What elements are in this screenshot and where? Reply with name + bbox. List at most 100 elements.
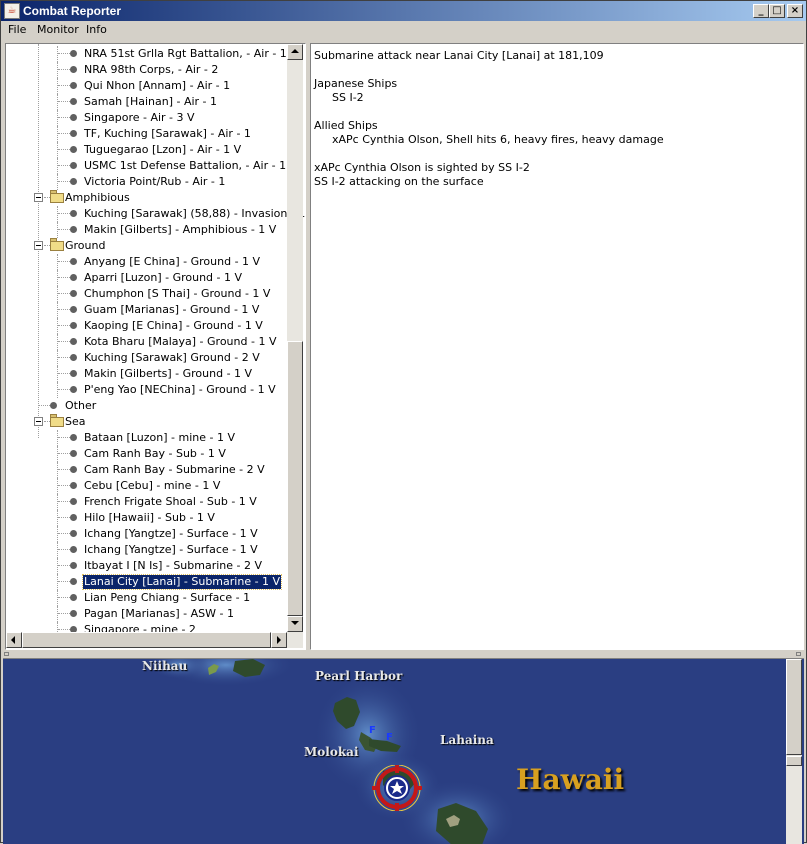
tree-category-label: Amphibious (65, 191, 130, 204)
tree-branch-line (57, 382, 58, 398)
collapse-toggle-icon[interactable] (34, 417, 43, 426)
scroll-down-button[interactable] (287, 616, 303, 632)
map-scroll-thumb[interactable] (786, 659, 802, 755)
splitter-grip-right[interactable] (796, 652, 801, 656)
tree-branch-line (57, 446, 58, 462)
tree-branch-line (57, 366, 58, 382)
tree-category-sea[interactable]: Sea (6, 414, 287, 430)
tree-connector (58, 549, 70, 550)
combat-report-text[interactable]: Submarine attack near Lanai City [Lanai]… (310, 43, 804, 650)
tree-item-sea[interactable]: Lian Peng Chiang - Surface - 1 (6, 590, 287, 606)
tree-connector (58, 613, 70, 614)
tree-item-sea[interactable]: Hilo [Hawaii] - Sub - 1 V (6, 510, 287, 526)
tree-item-label: Cam Ranh Bay - Submarine - 2 V (84, 463, 265, 476)
report-line: Allied Ships (314, 119, 378, 132)
tree-item-air[interactable]: Tuguegarao [Lzon] - Air - 1 V (6, 142, 287, 158)
map-scroll-button[interactable] (786, 756, 802, 766)
leaf-bullet-icon (70, 130, 77, 137)
unit-flag-1[interactable]: F (369, 725, 376, 736)
us-roundel-target-icon[interactable] (372, 765, 422, 811)
tree-branch-line (57, 126, 58, 142)
window-title: Combat Reporter (23, 4, 122, 18)
hawaii-map[interactable]: Niihau Pearl Harbor Molokai Lahaina Hawa… (3, 658, 804, 844)
tree-connector (58, 229, 70, 230)
tree-item-sea[interactable]: Ichang [Yangtze] - Surface - 1 V (6, 542, 287, 558)
tree-item-ground[interactable]: Chumphon [S Thai] - Ground - 1 V (6, 286, 287, 302)
tree-item-ground[interactable]: Makin [Gilberts] - Ground - 1 V (6, 366, 287, 382)
title-bar[interactable]: ☕ Combat Reporter _ □ × (1, 1, 806, 21)
tree-item-label: Chumphon [S Thai] - Ground - 1 V (84, 287, 271, 300)
tree-connector (58, 101, 70, 102)
tree-item-air[interactable]: Qui Nhon [Annam] - Air - 1 (6, 78, 287, 94)
report-line: xAPc Cynthia Olson, Shell hits 6, heavy … (332, 133, 664, 146)
close-button[interactable]: × (787, 4, 803, 18)
leaf-bullet-icon (70, 178, 77, 185)
tree-connector (58, 437, 70, 438)
scroll-left-button[interactable] (6, 632, 22, 648)
tree-branch-line (57, 350, 58, 366)
tree-item-air[interactable]: USMC 1st Defense Battalion, - Air - 1 V (6, 158, 297, 174)
maximize-button[interactable]: □ (769, 4, 785, 18)
tree-item-ground[interactable]: Kuching [Sarawak] Ground - 2 V (6, 350, 287, 366)
collapse-toggle-icon[interactable] (34, 241, 43, 250)
menu-info[interactable]: Info (86, 23, 107, 36)
tree-item-amphibious[interactable]: Kuching [Sarawak] (58,88) - Invasion - 1… (6, 206, 305, 222)
tree-item-air[interactable]: Singapore - Air - 3 V (6, 110, 287, 126)
unit-flag-2[interactable]: F (386, 732, 393, 743)
tree-item-sea[interactable]: Bataan [Luzon] - mine - 1 V (6, 430, 287, 446)
leaf-bullet-icon (70, 546, 77, 553)
horizontal-scroll-thumb[interactable] (22, 632, 271, 648)
tree-item-ground[interactable]: Kota Bharu [Malaya] - Ground - 1 V (6, 334, 287, 350)
tree-horizontal-scrollbar[interactable] (6, 632, 303, 648)
tree-category-other[interactable]: Other (6, 398, 287, 414)
tree-item-ground[interactable]: P'eng Yao [NEChina] - Ground - 1 V (6, 382, 287, 398)
tree-item-air[interactable]: NRA 51st Grlla Rgt Battalion, - Air - 1 … (6, 46, 298, 62)
tree-item-air[interactable]: Victoria Point/Rub - Air - 1 (6, 174, 287, 190)
tree-item-ground[interactable]: Anyang [E China] - Ground - 1 V (6, 254, 287, 270)
java-cup-icon: ☕ (4, 3, 20, 19)
collapse-toggle-icon[interactable] (34, 193, 43, 202)
menu-file[interactable]: File (8, 23, 26, 36)
tree-item-sea[interactable]: Ichang [Yangtze] - Surface - 1 V (6, 526, 287, 542)
tree-item-sea[interactable]: Cam Ranh Bay - Sub - 1 V (6, 446, 287, 462)
tree-vertical-scrollbar[interactable] (287, 44, 303, 632)
tree-branch-line (57, 318, 58, 334)
splitter-grip-left[interactable] (4, 652, 9, 656)
leaf-bullet-icon (70, 146, 77, 153)
report-tree[interactable]: NRA 51st Grlla Rgt Battalion, - Air - 1 … (5, 43, 306, 650)
minimize-button[interactable]: _ (753, 4, 769, 18)
tree-connector (58, 69, 70, 70)
tree-item-air[interactable]: Samah [Hainan] - Air - 1 (6, 94, 287, 110)
tree-item-sea[interactable]: Lanai City [Lanai] - Submarine - 1 V (6, 574, 287, 590)
tree-category-ground[interactable]: Ground (6, 238, 287, 254)
tree-item-label: Aparri [Luzon] - Ground - 1 V (84, 271, 243, 284)
scroll-up-button[interactable] (287, 44, 303, 60)
tree-branch-line (57, 462, 58, 478)
tree-item-air[interactable]: NRA 98th Corps, - Air - 2 (6, 62, 287, 78)
tree-branch-line (57, 110, 58, 126)
leaf-bullet-icon (70, 306, 77, 313)
tree-item-label: Kaoping [E China] - Ground - 1 V (84, 319, 263, 332)
tree-item-sea[interactable]: French Frigate Shoal - Sub - 1 V (6, 494, 287, 510)
leaf-bullet-icon (70, 258, 77, 265)
tree-item-sea[interactable]: Cam Ranh Bay - Submarine - 2 V (6, 462, 287, 478)
tree-item-sea[interactable]: Itbayat I [N Is] - Submarine - 2 V (6, 558, 287, 574)
scroll-right-button[interactable] (271, 632, 287, 648)
tree-item-amphibious[interactable]: Makin [Gilberts] - Amphibious - 1 V (6, 222, 287, 238)
tree-item-sea[interactable]: Pagan [Marianas] - ASW - 1 (6, 606, 287, 622)
scroll-thumb[interactable] (287, 341, 303, 616)
tree-item-ground[interactable]: Aparri [Luzon] - Ground - 1 V (6, 270, 287, 286)
tree-connector (58, 341, 70, 342)
report-line: Submarine attack near Lanai City [Lanai]… (314, 49, 604, 62)
map-label-hawaii: Hawaii (516, 763, 625, 796)
tree-item-sea[interactable]: Cebu [Cebu] - mine - 1 V (6, 478, 287, 494)
tree-item-ground[interactable]: Guam [Marianas] - Ground - 1 V (6, 302, 287, 318)
menu-monitor[interactable]: Monitor (37, 23, 79, 36)
tree-category-amphibious[interactable]: Amphibious (6, 190, 287, 206)
tree-item-ground[interactable]: Kaoping [E China] - Ground - 1 V (6, 318, 287, 334)
tree-item-label: Lian Peng Chiang - Surface - 1 (84, 591, 251, 604)
horizontal-splitter[interactable] (1, 651, 806, 657)
map-vertical-scrollbar[interactable] (786, 659, 802, 844)
tree-branch-line (57, 158, 58, 174)
tree-item-air[interactable]: TF, Kuching [Sarawak] - Air - 1 (6, 126, 287, 142)
